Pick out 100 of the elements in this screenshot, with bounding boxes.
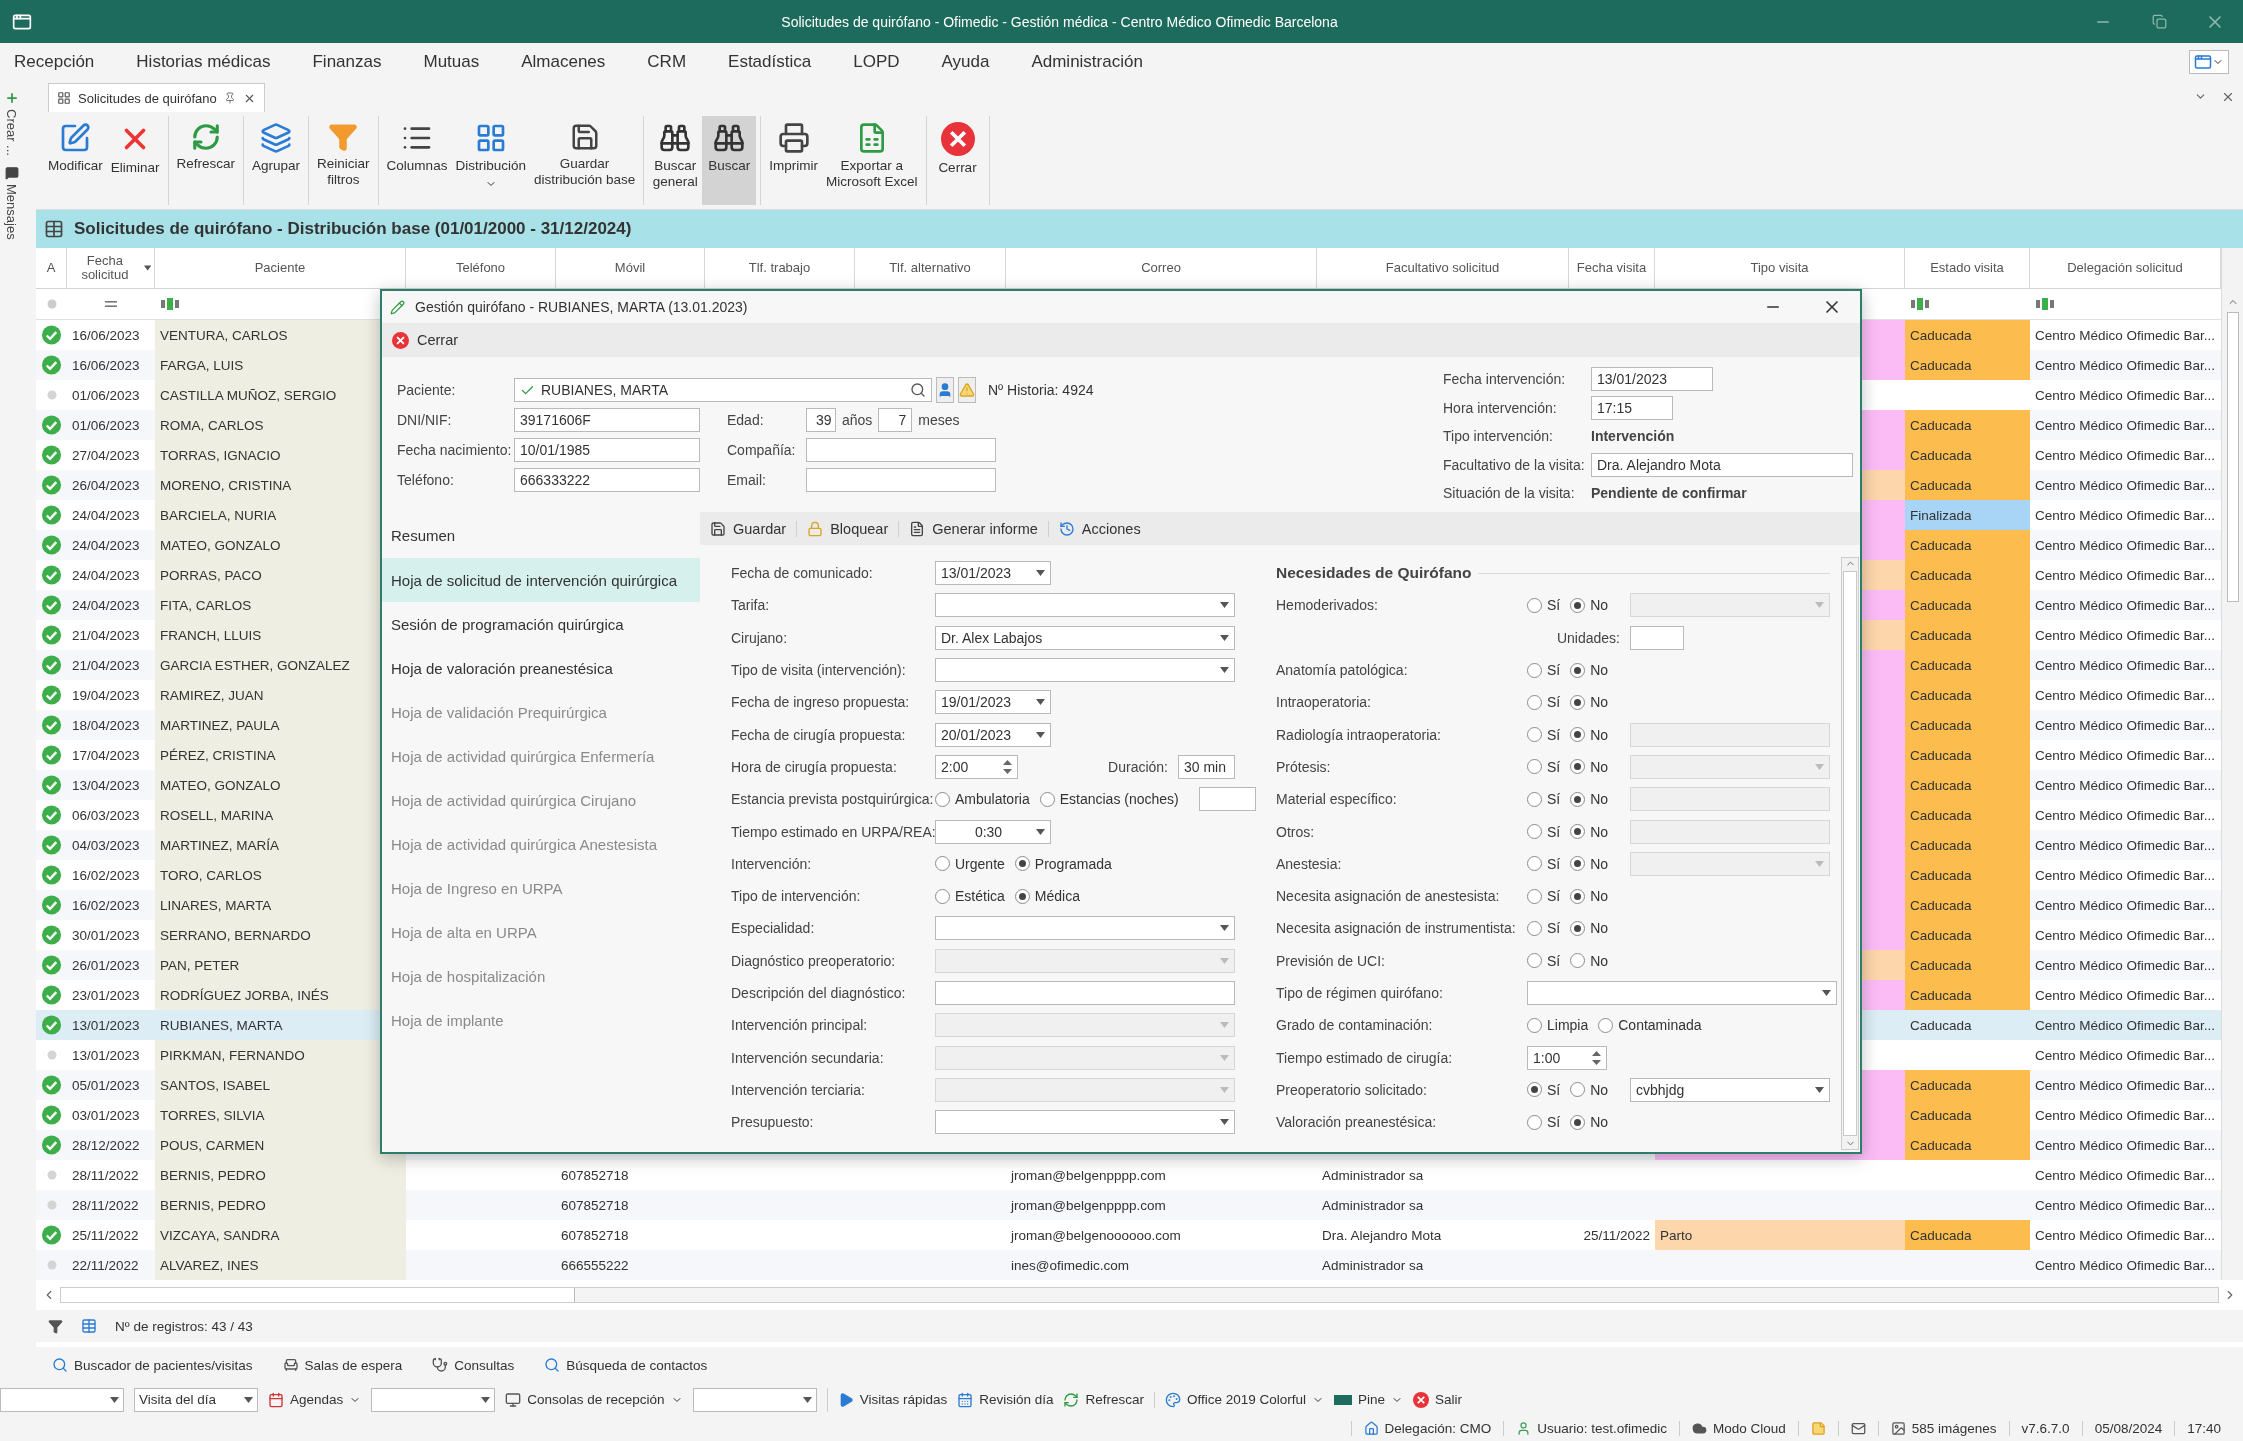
toolbar-button[interactable]: Columnas — [382, 116, 452, 205]
column-header[interactable]: Facultativo solicitud — [1317, 248, 1569, 288]
column-header[interactable]: Tlf. trabajo — [705, 248, 855, 288]
input-field[interactable]: 39171606F — [514, 408, 700, 432]
toolbar-button[interactable]: Exportar a Microsoft Excel — [822, 116, 922, 205]
action-button[interactable]: Guardar — [700, 520, 798, 537]
radio-button[interactable] — [1527, 597, 1542, 613]
side-panel-tab[interactable]: Crear ... — [4, 109, 19, 156]
menu-item[interactable]: Estadística — [728, 52, 833, 72]
radio-button[interactable] — [1527, 759, 1542, 775]
toolbar-button[interactable]: Modificar — [44, 116, 107, 205]
layout-menu-button[interactable] — [2189, 50, 2229, 74]
spin-field[interactable]: 2:00 — [935, 754, 1018, 779]
input-field[interactable]: 13/01/2023 — [1591, 367, 1713, 392]
toolbar-button[interactable]: Salir — [1413, 1391, 1463, 1408]
radio-button[interactable] — [1570, 597, 1586, 613]
side-panel-tab[interactable]: Mensajes — [4, 183, 19, 240]
date-field[interactable]: 20/01/2023 — [935, 722, 1051, 747]
radio-button[interactable] — [1598, 1017, 1614, 1033]
document-tab[interactable]: Solicitudes de quirófano — [48, 83, 265, 112]
radio-button[interactable] — [1527, 727, 1542, 743]
dropdown-field[interactable] — [935, 1110, 1235, 1135]
input-field[interactable]: 10/01/1985 — [514, 438, 700, 462]
dropdown-field[interactable] — [935, 593, 1235, 618]
menu-item[interactable]: Finanzas — [312, 52, 403, 72]
radio-button[interactable] — [935, 888, 950, 904]
toolbar-button[interactable]: Cerrar — [930, 116, 985, 205]
menu-item[interactable]: LOPD — [853, 52, 921, 72]
scrollbar-thumb[interactable] — [2226, 312, 2239, 602]
dropdown-field[interactable]: cvbhjdg — [1630, 1077, 1830, 1102]
radio-button[interactable] — [1527, 824, 1542, 839]
shortcut-button[interactable]: Búsqueda de contactos — [544, 1357, 708, 1373]
input-field[interactable]: 39 — [806, 408, 836, 432]
scrollbar[interactable] — [2221, 248, 2243, 1280]
toolbar-button[interactable]: Imprimir — [765, 116, 822, 205]
radio-button[interactable] — [1570, 953, 1586, 969]
radio-button[interactable] — [935, 856, 950, 872]
column-header[interactable]: Estado visita — [1905, 248, 2030, 288]
input-field[interactable] — [935, 981, 1235, 1005]
column-header[interactable]: Móvil — [556, 248, 705, 288]
menu-item[interactable]: Ayuda — [941, 52, 1011, 72]
radio-button[interactable] — [1527, 888, 1542, 904]
radio-button[interactable] — [1527, 1017, 1542, 1033]
input-field[interactable] — [1198, 787, 1256, 812]
radio-button[interactable] — [1527, 1082, 1542, 1098]
note-icon[interactable] — [1810, 1421, 1826, 1436]
restore-icon[interactable] — [2151, 14, 2167, 29]
radio-button[interactable] — [1527, 694, 1542, 710]
radio-button[interactable] — [1014, 888, 1030, 904]
column-header[interactable]: Fecha visita — [1569, 248, 1655, 288]
filter-icon[interactable] — [48, 1318, 63, 1334]
menu-item[interactable]: Almacenes — [521, 52, 627, 72]
radio-button[interactable] — [1039, 791, 1055, 807]
dropdown-field[interactable] — [0, 1387, 124, 1412]
input-field[interactable]: Dra. Alejandro Mota — [1591, 452, 1853, 477]
mail-icon[interactable] — [1850, 1421, 1866, 1436]
dropdown-field[interactable] — [935, 916, 1235, 941]
spin-field[interactable]: 1:00 — [1527, 1045, 1607, 1070]
menu-button[interactable]: Consolas de recepción — [505, 1391, 683, 1408]
menu-item[interactable]: CRM — [647, 52, 708, 72]
input-field[interactable]: 666333222 — [514, 468, 700, 492]
input-field[interactable] — [806, 468, 996, 492]
radio-button[interactable] — [1527, 791, 1542, 807]
action-button[interactable]: Bloquear — [797, 520, 900, 537]
toolbar-button[interactable]: Distribución — [451, 116, 530, 205]
shortcut-button[interactable]: Salas de espera — [282, 1357, 403, 1373]
radio-button[interactable] — [1527, 1114, 1542, 1130]
patient-field[interactable]: RUBIANES, MARTA — [514, 378, 932, 402]
scrollbar-thumb[interactable] — [1843, 571, 1857, 1136]
action-button[interactable]: Generar informe — [899, 520, 1049, 537]
menu-item[interactable]: Recepción — [14, 52, 116, 72]
radio-button[interactable] — [1527, 920, 1542, 936]
radio-button[interactable] — [1570, 727, 1586, 743]
shortcut-button[interactable]: Buscador de pacientes/visitas — [52, 1357, 253, 1373]
warning-button[interactable] — [958, 377, 976, 403]
toolbar-button[interactable]: Refrescar — [172, 116, 240, 205]
patient-button[interactable] — [936, 377, 954, 403]
toolbar-button[interactable]: Refrescar — [1063, 1391, 1144, 1408]
radio-button[interactable] — [1527, 953, 1542, 969]
input-field[interactable]: 7 — [878, 408, 913, 432]
scrollbar[interactable] — [60, 1287, 2219, 1303]
column-header[interactable]: Paciente — [155, 248, 406, 288]
column-header[interactable]: Fecha solicitud — [67, 248, 155, 288]
toolbar-button[interactable]: Reiniciar filtros — [313, 116, 374, 205]
menu-button[interactable]: Agendas — [268, 1391, 362, 1408]
input-field[interactable] — [806, 438, 996, 462]
date-field[interactable]: 13/01/2023 — [935, 561, 1051, 586]
dropdown-field[interactable]: Visita del día — [134, 1387, 258, 1412]
scrollbar-thumb[interactable] — [61, 1288, 575, 1302]
toolbar-button[interactable]: Agrupar — [248, 116, 305, 205]
input-field[interactable]: 17:15 — [1591, 395, 1673, 420]
time-field[interactable]: 0:30 — [935, 819, 1051, 844]
radio-button[interactable] — [1014, 856, 1030, 872]
nav-item[interactable]: Hoja de solicitud de intervención quirúrgica — [382, 558, 700, 602]
dropdown-field[interactable] — [1527, 981, 1837, 1005]
dropdown-field[interactable] — [935, 658, 1235, 683]
scrollbar[interactable] — [1841, 557, 1859, 1150]
radio-button[interactable] — [1570, 856, 1586, 872]
radio-button[interactable] — [1570, 920, 1586, 936]
menu-button[interactable]: Pine — [1334, 1392, 1404, 1407]
